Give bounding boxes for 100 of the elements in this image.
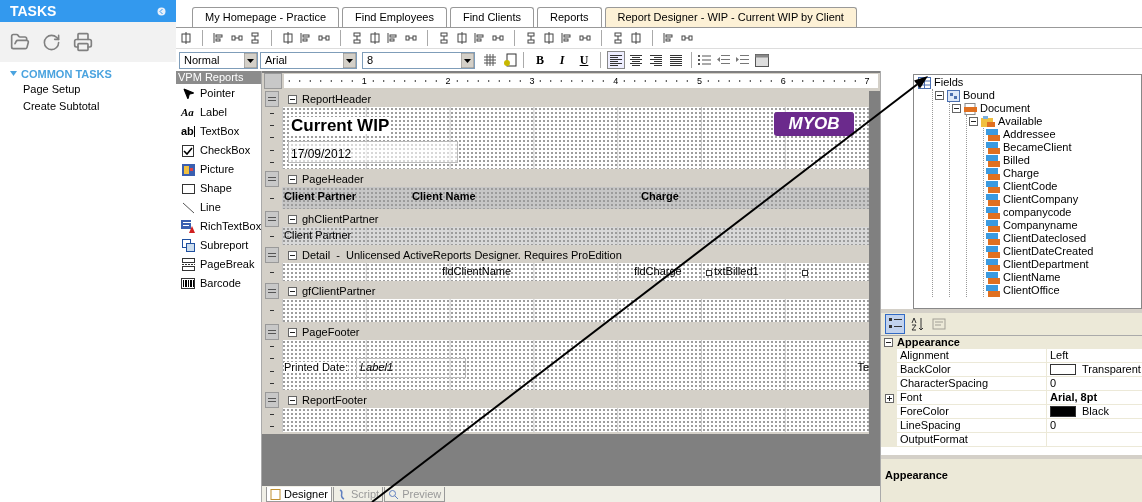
collapse-icon[interactable] [969,117,978,126]
printer-icon[interactable] [73,32,93,52]
font-dropdown[interactable]: Arial [260,51,357,69]
page-icon[interactable] [503,53,517,67]
collapse-icon[interactable] [288,94,297,104]
collapse-icon[interactable] [952,104,961,113]
table-icon[interactable] [755,53,769,67]
layout-icon[interactable] [474,32,486,44]
toolbox-item[interactable]: PageBreak [200,256,255,273]
tab[interactable]: My Homepage - Practice [192,7,340,27]
tree-item[interactable]: Fields [934,77,964,88]
grid-icon[interactable] [483,53,497,67]
layout-icon[interactable] [561,32,573,44]
align-left-button[interactable] [607,51,625,69]
section-header[interactable]: PageFooter [282,324,869,340]
toolbox-item[interactable]: Picture [200,161,235,178]
collapse-icon[interactable] [884,338,893,347]
property-name[interactable]: CharacterSpacing [897,377,1047,391]
toolbox-item[interactable]: TextBox [200,123,240,140]
bold-button[interactable]: B [530,51,550,69]
collapse-icon[interactable] [288,286,297,296]
layout-icon[interactable] [456,32,468,44]
tree-item[interactable]: Available [998,116,1043,127]
category-row[interactable]: Appearance [881,336,1142,349]
tree-item[interactable]: Document [980,103,1031,114]
tree-item[interactable]: Bound [963,90,995,101]
property-value[interactable]: 0 [1050,419,1057,432]
layout-icon[interactable] [318,32,330,44]
layout-icon[interactable] [438,32,450,44]
group-label[interactable]: Client Partner [284,230,352,241]
view-tab[interactable]: Designer [266,487,333,502]
underline-button[interactable]: U [574,51,594,69]
layout-icon[interactable] [300,32,312,44]
toolbox-item[interactable]: CheckBox [200,142,251,159]
layout-icon[interactable] [681,32,693,44]
layout-icon[interactable] [231,32,243,44]
property-value[interactable]: Transparent [1082,363,1141,376]
layout-icon[interactable] [387,32,399,44]
section-header[interactable]: PageHeader [282,171,869,187]
layout-icon[interactable] [213,32,225,44]
property-name[interactable]: Alignment [897,349,1047,363]
property-name[interactable]: Font [897,391,1047,405]
tree-item[interactable]: ClientCompany [1003,194,1079,205]
layout-icon[interactable] [249,32,261,44]
tree-item[interactable]: ClientDateclosed [1003,233,1087,244]
toolbox-item[interactable]: Label [200,104,227,121]
task-link[interactable]: Page Setup [0,81,176,98]
layout-icon[interactable] [351,32,363,44]
layout-icon[interactable] [579,32,591,44]
footer-field[interactable]: Te [857,362,869,373]
tree-item[interactable]: Charge [1003,168,1040,179]
tree-item[interactable]: ClientDateCreated [1003,246,1094,257]
folder-icon[interactable] [10,32,30,52]
collapse-icon[interactable] [288,395,297,405]
collapse-icon[interactable] [288,250,297,260]
layout-icon[interactable] [180,32,192,44]
collapse-icon[interactable] [935,91,944,100]
tree-item[interactable]: ClientOffice [1003,285,1060,296]
layout-icon[interactable] [405,32,417,44]
layout-icon[interactable] [630,32,642,44]
property-value[interactable]: Arial, 8pt [1050,391,1098,404]
data-field[interactable]: fldClientName [442,266,512,277]
toolbox-item[interactable]: RichTextBox [200,218,262,235]
column-heading[interactable]: Client Partner [284,191,357,202]
footer-label[interactable]: Printed Date: [284,362,349,373]
property-name[interactable]: BackColor [897,363,1047,377]
property-name[interactable]: OutputFormat [897,433,1047,447]
tree-item[interactable]: Companyname [1003,220,1078,231]
tab[interactable]: Report Designer - WIP - Current WIP by Client [604,7,857,27]
style-dropdown[interactable]: Normal [179,51,258,69]
collapse-icon[interactable] [288,214,297,224]
property-value[interactable]: Left [1050,349,1069,362]
toolbox-item[interactable]: Barcode [200,275,241,292]
tree-item[interactable]: ClientName [1003,272,1061,283]
tree-item[interactable]: companycode [1003,207,1072,218]
report-title[interactable]: Current WIP [290,117,391,134]
tree-item[interactable]: Billed [1003,155,1030,166]
layout-icon[interactable] [282,32,294,44]
collapse-icon[interactable] [288,327,297,337]
indent-icon[interactable] [736,54,749,66]
layout-icon[interactable] [612,32,624,44]
toolbox-item[interactable]: Pointer [200,85,235,102]
column-heading[interactable]: Charge [641,191,679,202]
collapse-icon[interactable] [288,174,297,184]
layout-icon[interactable] [492,32,504,44]
toolbox-item[interactable]: Line [200,199,221,216]
footer-field[interactable]: Label1 [360,362,394,373]
property-value[interactable]: Black [1082,405,1109,418]
refresh-icon[interactable] [42,32,61,52]
handle-icon[interactable] [802,270,808,276]
list-icon[interactable] [698,54,711,66]
outdent-icon[interactable] [717,54,730,66]
tree-item[interactable]: Addressee [1003,129,1056,140]
property-value[interactable]: 0 [1050,377,1057,390]
layout-icon[interactable] [663,32,675,44]
column-heading[interactable]: Client Name [412,191,476,202]
tab[interactable]: Find Clients [449,7,534,27]
section-header[interactable]: ReportFooter [282,392,869,408]
data-field[interactable]: txtBilled1 [714,266,759,277]
layout-icon[interactable] [369,32,381,44]
